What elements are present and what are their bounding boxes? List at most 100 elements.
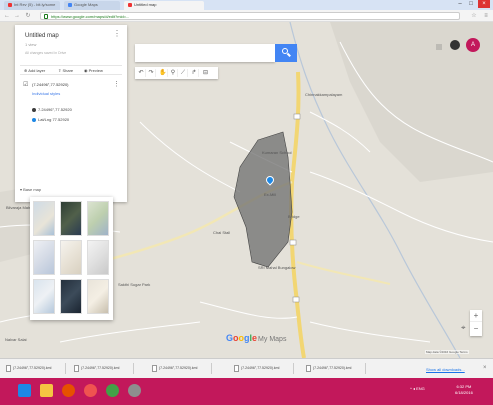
download-item[interactable]: (7.24496°,77.52920).kml (304, 363, 366, 374)
search-button[interactable] (275, 44, 297, 62)
windows-taskbar: ^ ◂ ENG 6:32 PM 6/18/2016 (0, 378, 493, 405)
preview-button[interactable]: ◉ Preview (84, 68, 103, 73)
share-button[interactable]: ⇪ Share (58, 68, 73, 73)
tab-3-active[interactable]: Untitled map (124, 1, 204, 10)
save-status: All changes saved in Drive (25, 51, 67, 55)
redo-icon[interactable]: ↷ (147, 69, 156, 77)
map-title[interactable]: Untitled map (25, 33, 59, 39)
system-tray[interactable]: ^ ◂ ENG (410, 386, 425, 391)
map-attribution[interactable]: Map data ©2016 Google Terms (425, 350, 469, 354)
base-map-toggle[interactable]: ▾ Base map (20, 187, 41, 192)
add-layer-label: Add layer (28, 68, 46, 73)
chrome-icon[interactable] (106, 384, 119, 397)
share-label: Share (62, 68, 74, 73)
download-name: (7.24496°,77.52920).kml (241, 366, 280, 370)
hand-icon[interactable]: ✋ (159, 69, 168, 77)
zoom-in-button[interactable]: + (470, 310, 482, 322)
road-marker (293, 113, 301, 120)
reload-icon[interactable]: ↻ (24, 12, 32, 20)
basemap-thumb-light-political[interactable] (33, 240, 55, 275)
file-icon (306, 365, 311, 372)
file-icon (6, 365, 11, 372)
start-icon[interactable] (18, 384, 31, 397)
lock-icon (44, 14, 48, 19)
minimize-icon[interactable]: – (455, 0, 465, 8)
address-bar-row: ← → ↻ https://www.google.com/maps/d/edit… (0, 10, 493, 22)
map-views: 1 view (25, 42, 37, 47)
tab-label: Google Maps (74, 2, 98, 7)
map-label: Chinnakkampalayam (305, 92, 343, 97)
map-label: Bridge (288, 214, 300, 219)
download-name: (7.24496°,77.52920).kml (81, 366, 120, 370)
search-input[interactable] (135, 44, 275, 62)
panel-menu-icon[interactable]: ⋮ (113, 30, 121, 38)
back-icon[interactable]: ← (3, 12, 11, 20)
directions-icon[interactable]: ↱ (190, 69, 199, 77)
layer-menu-icon[interactable]: ⋮ (113, 80, 120, 88)
basemap-thumb-light-landmass[interactable] (33, 279, 55, 314)
feature-item[interactable]: 7.24496°,77.52920 (32, 107, 72, 112)
file-icon (152, 365, 157, 372)
download-item[interactable]: (7.24496°,77.52920).kml (232, 363, 294, 374)
clock[interactable]: 6:32 PM 6/18/2016 (455, 384, 473, 396)
map-label: SRI Mahal Bungalow (258, 265, 296, 270)
tab-1[interactable]: Int Rev (5) - bit.ly/some (4, 1, 60, 10)
close-downloads-icon[interactable]: × (483, 365, 487, 371)
forward-icon[interactable]: → (13, 12, 21, 20)
file-explorer-icon[interactable] (40, 384, 53, 397)
zoom-out-button[interactable]: − (470, 323, 482, 335)
show-all-downloads-link[interactable]: Show all downloads... (426, 367, 465, 372)
google-my-maps-logo: GoogleMy Maps (226, 333, 287, 343)
maximize-icon[interactable]: □ (466, 0, 476, 8)
measure-icon[interactable]: ⊟ (201, 69, 210, 77)
panel-actions: ⊕ Add layer ⇪ Share ◉ Preview (20, 65, 122, 75)
basemap-thumb-mono-city[interactable] (60, 240, 82, 275)
close-window-icon[interactable]: × (478, 0, 490, 8)
add-marker-icon[interactable]: ⚲ (169, 69, 178, 77)
clock-date: 6/18/2016 (455, 390, 473, 395)
download-item[interactable]: (7.24496°,77.52920).kml (72, 363, 134, 374)
layer-name[interactable]: (7.24496°,77.52920) (32, 82, 69, 87)
base-map-label: Base map (23, 187, 42, 192)
basemap-thumb-map[interactable] (33, 201, 55, 236)
map-label: Chai Stall (213, 230, 231, 235)
apps-grid-icon[interactable] (436, 44, 442, 50)
browser-tab-bar: Int Rev (5) - bit.ly/some Google Maps Un… (0, 0, 493, 10)
add-layer-button[interactable]: ⊕ Add layer (24, 68, 45, 73)
download-item[interactable]: (7.24496°,77.52920).kml (150, 363, 212, 374)
map-label: Ex-Mill (264, 192, 276, 197)
tab-favicon (8, 2, 12, 7)
basemap-thumb-simple-atlas[interactable] (87, 240, 109, 275)
media-player-icon[interactable] (62, 384, 75, 397)
map-toolbar: ↶ ↷ ✋ ⚲ ⟋ ↱ ⊟ (135, 67, 218, 79)
download-name: (7.24496°,77.52920).kml (313, 366, 352, 370)
basemap-thumb-satellite[interactable] (60, 201, 82, 236)
road-marker (289, 239, 297, 246)
layer-checkbox[interactable]: ☑ (23, 81, 28, 88)
url-text: https://www.google.com/maps/d/edit?mid=.… (51, 14, 130, 19)
app-icon[interactable] (128, 384, 141, 397)
undo-icon[interactable]: ↶ (137, 69, 146, 77)
basemap-thumb-terrain[interactable] (87, 201, 109, 236)
feature-item[interactable]: Lat/Lng 77.52920 (32, 117, 69, 122)
bookmark-star-icon[interactable]: ☆ (470, 12, 478, 20)
polygon-feature-icon (32, 107, 36, 112)
basemap-thumb-whitewater[interactable] (87, 279, 109, 314)
road-marker (292, 296, 300, 303)
basemap-thumb-dark-landmass[interactable] (60, 279, 82, 314)
draw-line-icon[interactable]: ⟋ (179, 69, 188, 77)
layer-item: ☑ (7.24496°,77.52920) ⋮ Individual style… (20, 80, 122, 140)
download-item[interactable]: (7.24496°,77.52920).kml (4, 363, 66, 374)
opera-icon[interactable] (84, 384, 97, 397)
my-location-icon[interactable]: ⌖ (461, 323, 466, 333)
notifications-icon[interactable] (450, 40, 460, 50)
chrome-menu-icon[interactable]: ≡ (482, 12, 490, 20)
base-map-chooser (30, 197, 113, 320)
avatar[interactable]: A (466, 38, 480, 52)
individual-styles-link[interactable]: Individual styles (32, 91, 60, 96)
map-label: Kumaran School (262, 150, 292, 155)
zoom-control: + − (470, 310, 482, 336)
address-bar[interactable]: https://www.google.com/maps/d/edit?mid=.… (40, 12, 460, 20)
tab-2[interactable]: Google Maps (64, 1, 120, 10)
preview-label: Preview (88, 68, 103, 73)
